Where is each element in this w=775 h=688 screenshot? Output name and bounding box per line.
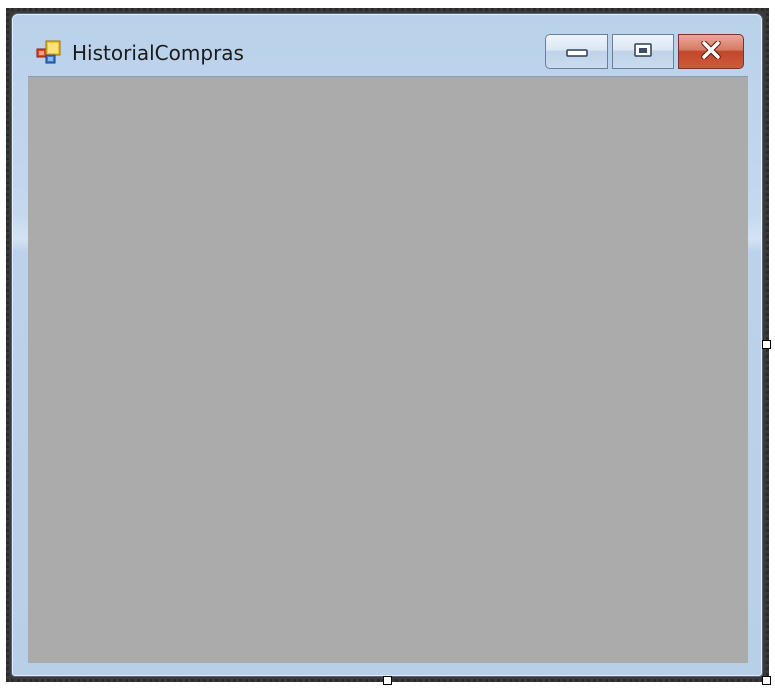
minimize-button[interactable] (545, 34, 608, 69)
window-title: HistorialCompras (72, 41, 244, 65)
form-icon (36, 40, 62, 64)
resize-handle-bottom-right[interactable] (762, 676, 771, 685)
resize-handle-bottom[interactable] (383, 676, 392, 685)
minimize-icon (565, 42, 588, 61)
form-client-area[interactable] (28, 76, 748, 663)
title-bar[interactable]: HistorialCompras (12, 14, 762, 76)
form-window[interactable]: HistorialCompras (11, 13, 763, 677)
resize-handle-right[interactable] (762, 340, 771, 349)
form-designer-surface: HistorialCompras (0, 0, 775, 688)
maximize-button[interactable] (612, 34, 674, 69)
close-button[interactable] (678, 34, 744, 69)
close-icon (700, 39, 722, 63)
maximize-icon (633, 42, 653, 62)
